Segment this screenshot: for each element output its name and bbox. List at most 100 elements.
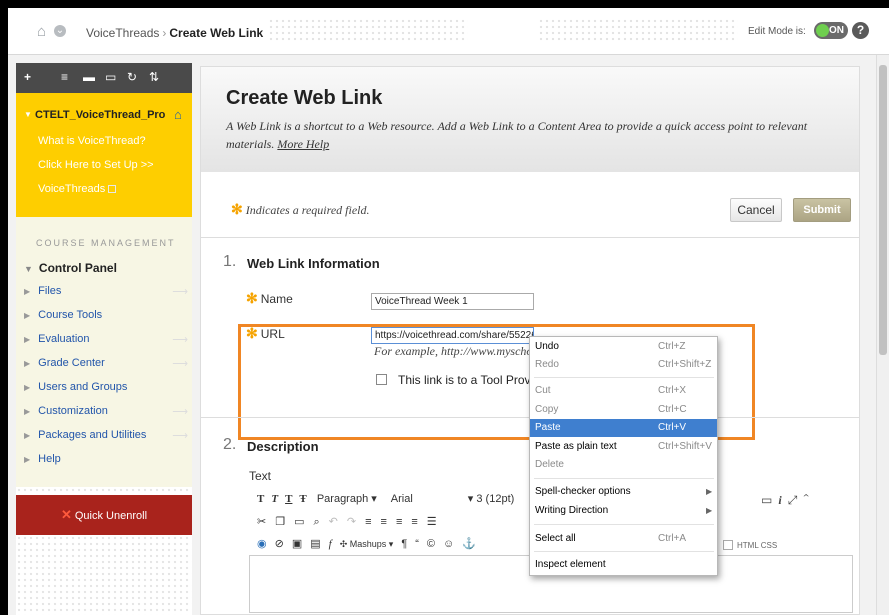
size-select[interactable]: ▾ 3 (12pt) xyxy=(468,492,515,505)
record-icon[interactable]: ◉ xyxy=(257,538,267,550)
more-help-link[interactable]: More Help xyxy=(277,137,329,151)
italic-icon[interactable]: T xyxy=(271,493,278,505)
quote-icon[interactable]: “ xyxy=(415,538,419,550)
justify-icon[interactable]: ≡ xyxy=(411,516,426,528)
menu-item-redo[interactable]: Redo Ctrl+Shift+Z xyxy=(530,356,717,374)
course-title[interactable]: CTELT_VoiceThread_Pro xyxy=(35,109,165,121)
fullscreen-icon[interactable]: ⤢ xyxy=(788,493,804,507)
scrollbar-thumb[interactable] xyxy=(879,65,887,355)
link-icon[interactable]: ⊘ xyxy=(275,538,284,550)
expand-right-icon: ▶ xyxy=(24,407,31,416)
history-icon[interactable]: ⌄ xyxy=(54,25,66,37)
list-view-icon[interactable]: ≡ xyxy=(61,70,68,84)
editor-html-tools: HTML CSS xyxy=(723,540,777,550)
sidebar-item-users-and-groups[interactable]: ▶ Users and Groups xyxy=(24,381,188,393)
menu-item-shortcut: Ctrl+V xyxy=(658,422,687,433)
menu-item-writing-direction[interactable]: Writing Direction ▶ xyxy=(530,502,717,520)
sidebar-item-label: Users and Groups xyxy=(38,381,128,393)
undo-icon[interactable]: ↶ xyxy=(329,516,347,528)
menu-item-inspect[interactable]: Inspect element xyxy=(530,556,717,574)
preview-icon[interactable]: ▭ xyxy=(761,493,778,507)
reorder-icon[interactable]: ⇅ xyxy=(149,70,159,84)
menu-item-cut[interactable]: Cut Ctrl+X xyxy=(530,382,717,400)
font-select[interactable]: Arial xyxy=(391,493,413,505)
css-button[interactable]: CSS xyxy=(761,541,777,550)
arrow-icon: ⟶ xyxy=(172,334,188,346)
emoticon-icon[interactable]: ☺ xyxy=(443,538,454,550)
breadcrumb: VoiceThreads › Create Web Link xyxy=(86,26,263,40)
sidebar-item-packages-and-utilities[interactable]: ▶ Packages and Utilities ⟶ xyxy=(24,429,188,442)
collapse-toolbar-icon[interactable]: ⌃ xyxy=(803,493,815,507)
html-button[interactable]: HTML xyxy=(737,541,758,550)
help-icon[interactable]: ? xyxy=(852,22,869,39)
cut-icon[interactable]: ✂ xyxy=(257,516,275,528)
list-icon[interactable]: ☰ xyxy=(427,516,446,528)
menu-item-label: Inspect element xyxy=(535,559,606,570)
align-left-icon[interactable]: ≡ xyxy=(365,516,380,528)
sidebar-item-customization[interactable]: ▶ Customization ⟶ xyxy=(24,405,188,418)
paragraph-select[interactable]: Paragraph ▾ xyxy=(317,492,377,505)
mashups-button[interactable]: ✣ Mashups ▾ xyxy=(340,539,394,549)
menu-item-label: Paste as plain text xyxy=(535,441,617,452)
course-menu-item[interactable]: VoiceThreads xyxy=(38,183,117,195)
refresh-icon[interactable]: ↻ xyxy=(127,70,137,84)
copy-icon[interactable]: ❐ xyxy=(275,516,294,528)
media-icon[interactable]: ▤ xyxy=(310,538,320,550)
submenu-arrow-icon: ▶ xyxy=(706,487,713,496)
anchor-icon[interactable]: ⚓ xyxy=(462,538,476,550)
find-icon[interactable]: ⌕ xyxy=(314,516,329,528)
quick-unenroll-button[interactable]: ✕ Quick Unenroll xyxy=(16,495,192,535)
menu-item-label: Copy xyxy=(535,404,559,415)
redo-icon[interactable]: ↷ xyxy=(347,516,365,528)
sidebar-item-evaluation[interactable]: ▶ Evaluation ⟶ xyxy=(24,333,188,346)
table-icon[interactable] xyxy=(723,540,733,550)
bold-icon[interactable]: T xyxy=(257,493,264,505)
underline-icon[interactable]: T xyxy=(285,493,292,505)
course-menu-item[interactable]: Click Here to Set Up >> xyxy=(38,159,154,171)
menu-item-label: Undo xyxy=(535,341,559,352)
formula-icon[interactable]: f xyxy=(329,538,332,550)
align-center-icon[interactable]: ≡ xyxy=(381,516,396,528)
window-icon[interactable]: ▭ xyxy=(105,70,116,84)
menu-item-delete[interactable]: Delete xyxy=(530,456,717,474)
name-field[interactable]: VoiceThread Week 1 xyxy=(371,293,534,310)
home-icon[interactable]: ⌂ xyxy=(37,24,46,39)
folder-view-icon[interactable]: ▬ xyxy=(83,70,95,84)
collapse-icon[interactable]: ▼ xyxy=(24,110,32,119)
copyright-icon[interactable]: © xyxy=(427,538,435,550)
align-right-icon[interactable]: ≡ xyxy=(396,516,411,528)
menu-item-undo[interactable]: Undo Ctrl+Z xyxy=(530,338,717,356)
sidebar-item-course-tools[interactable]: ▶ Course Tools xyxy=(24,309,188,321)
cancel-button[interactable]: Cancel xyxy=(730,198,782,222)
submit-button[interactable]: Submit xyxy=(793,198,851,222)
menu-item-copy[interactable]: Copy Ctrl+C xyxy=(530,401,717,419)
menu-item-select-all[interactable]: Select all Ctrl+A xyxy=(530,530,717,548)
sidebar-item-help[interactable]: ▶ Help xyxy=(24,453,188,465)
breadcrumb-current: Create Web Link xyxy=(169,26,264,40)
scrollbar[interactable] xyxy=(876,55,889,615)
course-menu-item[interactable]: What is VoiceThread? xyxy=(38,135,146,147)
tool-provider-checkbox[interactable] xyxy=(376,374,387,385)
menu-item-spellcheck[interactable]: Spell-checker options ▶ xyxy=(530,483,717,501)
url-label-text: URL xyxy=(260,327,285,341)
add-menu-item-icon[interactable]: + xyxy=(24,70,31,84)
sidebar-item-files[interactable]: ▶ Files ⟶ xyxy=(24,285,188,298)
paragraph-mark-icon[interactable]: ¶ xyxy=(401,538,407,550)
paste-icon[interactable]: ▭ xyxy=(294,516,313,528)
menu-item-paste-plain[interactable]: Paste as plain text Ctrl+Shift+V xyxy=(530,438,717,456)
menu-item-paste[interactable]: Paste Ctrl+V xyxy=(530,419,717,437)
control-panel-heading[interactable]: ▼ Control Panel xyxy=(24,261,117,275)
menu-item-label: Cut xyxy=(535,385,551,396)
section-title: Web Link Information xyxy=(247,256,380,271)
menu-item-shortcut: Ctrl+Shift+Z xyxy=(658,359,712,370)
info-icon[interactable]: i xyxy=(778,493,787,507)
sidebar-item-grade-center[interactable]: ▶ Grade Center ⟶ xyxy=(24,357,188,370)
sidebar-item-label: Customization xyxy=(38,405,108,417)
url-field[interactable]: https://voicethread.com/share/5522668/ xyxy=(371,327,534,344)
edit-mode-toggle[interactable]: ON xyxy=(814,22,848,39)
course-home-icon[interactable]: ⌂ xyxy=(174,107,182,122)
strikethrough-icon[interactable]: Ŧ xyxy=(299,493,306,505)
image-icon[interactable]: ▣ xyxy=(292,538,302,550)
breadcrumb-item[interactable]: VoiceThreads xyxy=(86,26,159,40)
submenu-arrow-icon: ▶ xyxy=(706,506,713,515)
